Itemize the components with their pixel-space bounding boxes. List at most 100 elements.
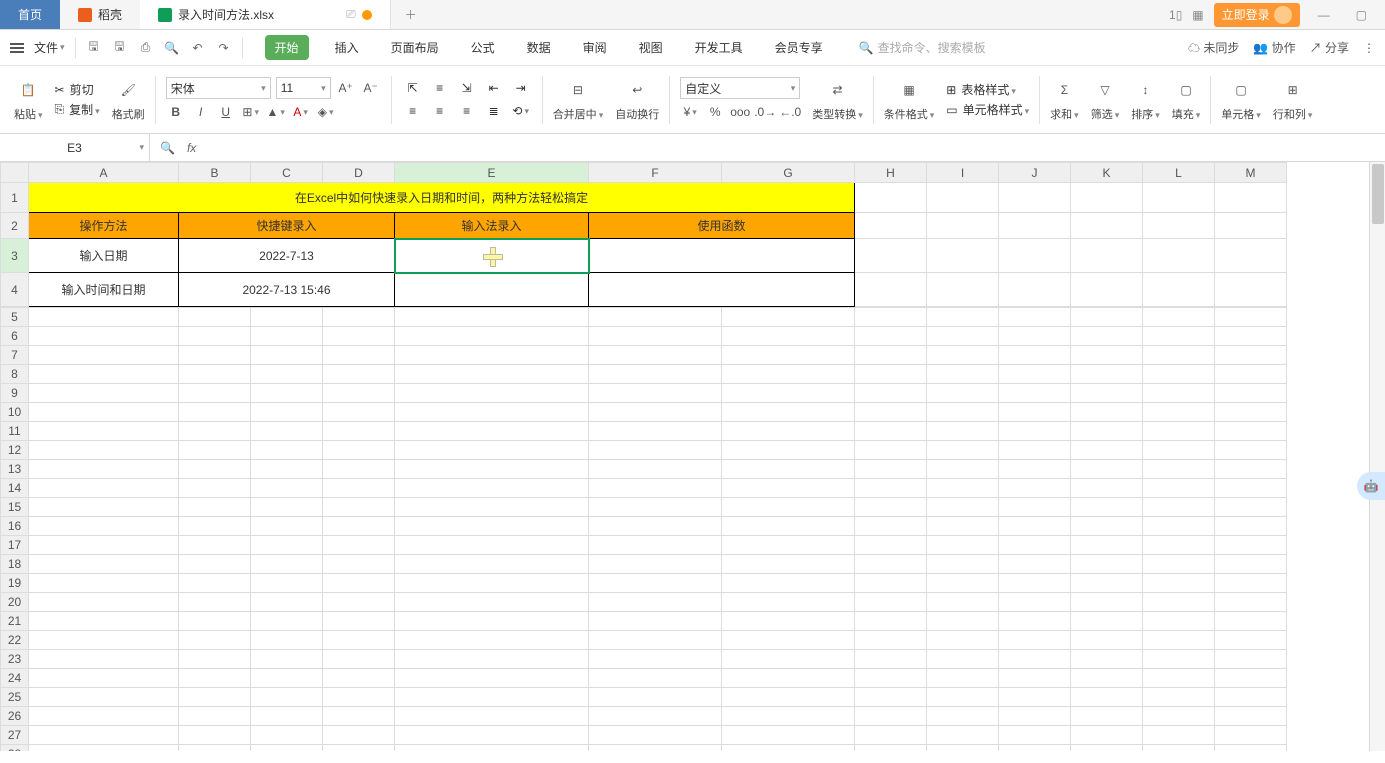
cell[interactable] [927, 441, 999, 460]
cell[interactable] [1215, 403, 1287, 422]
cell[interactable] [29, 669, 179, 688]
cell[interactable] [722, 498, 855, 517]
row-header-28[interactable]: 28 [1, 745, 29, 752]
cell[interactable] [1215, 688, 1287, 707]
cell[interactable] [251, 517, 323, 536]
cell[interactable] [1071, 327, 1143, 346]
cell[interactable] [1143, 707, 1215, 726]
cell[interactable] [323, 384, 395, 403]
cell[interactable] [29, 593, 179, 612]
cell[interactable] [179, 308, 251, 327]
cell[interactable] [927, 365, 999, 384]
cell[interactable] [1071, 574, 1143, 593]
col-E[interactable]: E [395, 163, 589, 183]
row-header-26[interactable]: 26 [1, 707, 29, 726]
cell[interactable] [179, 669, 251, 688]
cell[interactable] [1215, 498, 1287, 517]
cell[interactable] [1071, 726, 1143, 745]
cell[interactable] [323, 346, 395, 365]
cell[interactable] [395, 650, 589, 669]
cell[interactable] [179, 650, 251, 669]
cell[interactable] [323, 555, 395, 574]
tab-add[interactable]: ＋ [391, 0, 431, 29]
cell[interactable] [395, 593, 589, 612]
cell[interactable] [927, 650, 999, 669]
name-box[interactable]: E3 ▾ [0, 134, 150, 161]
cell[interactable] [589, 650, 722, 669]
row-header-2[interactable]: 2 [1, 213, 29, 239]
cell[interactable] [323, 707, 395, 726]
vertical-scrollbar[interactable] [1369, 162, 1385, 751]
cell[interactable] [722, 688, 855, 707]
empty-rows[interactable]: 5678910111213141516171819202122232425262… [0, 307, 1287, 751]
cell[interactable] [927, 327, 999, 346]
cell[interactable] [855, 612, 927, 631]
cell[interactable] [855, 365, 927, 384]
cell[interactable] [1215, 707, 1287, 726]
filter-group[interactable]: ▽筛选 [1085, 70, 1126, 129]
cell[interactable] [323, 403, 395, 422]
col-A[interactable]: A [29, 163, 179, 183]
cell[interactable] [179, 479, 251, 498]
cell[interactable] [323, 593, 395, 612]
cell[interactable] [251, 327, 323, 346]
cell[interactable] [1215, 460, 1287, 479]
cell[interactable] [395, 726, 589, 745]
cell[interactable] [927, 403, 999, 422]
cell[interactable] [323, 441, 395, 460]
header-ime[interactable]: 输入法录入 [395, 213, 589, 239]
cell[interactable] [999, 498, 1071, 517]
table-style-button[interactable]: ⊞表格样式 [946, 81, 1029, 98]
cell[interactable] [1071, 707, 1143, 726]
cell[interactable] [179, 498, 251, 517]
row-header-8[interactable]: 8 [1, 365, 29, 384]
cell[interactable] [589, 460, 722, 479]
cell[interactable] [179, 384, 251, 403]
copy-button[interactable]: ⎘复制 [55, 101, 100, 118]
cell[interactable] [1143, 308, 1215, 327]
cell[interactable] [251, 384, 323, 403]
cell[interactable] [1215, 593, 1287, 612]
cell[interactable] [589, 593, 722, 612]
row-header-6[interactable]: 6 [1, 327, 29, 346]
cell[interactable] [589, 403, 722, 422]
cell[interactable] [1143, 650, 1215, 669]
cell[interactable] [1215, 536, 1287, 555]
title-cell[interactable]: 在Excel中如何快速录入日期和时间，两种方法轻松搞定 [29, 183, 855, 213]
cell[interactable] [855, 650, 927, 669]
cell[interactable] [722, 555, 855, 574]
wrap-group[interactable]: ↩ 自动换行 [609, 70, 665, 129]
cell[interactable] [395, 707, 589, 726]
cell[interactable] [999, 612, 1071, 631]
cell[interactable] [29, 707, 179, 726]
comma-icon[interactable]: ooo [730, 102, 750, 122]
cell[interactable] [1143, 688, 1215, 707]
header-func[interactable]: 使用函数 [589, 213, 855, 239]
cell[interactable] [722, 365, 855, 384]
cell[interactable] [29, 308, 179, 327]
assistant-bubble[interactable]: 🤖 [1357, 472, 1385, 500]
undo-icon[interactable]: ↶ [190, 40, 206, 56]
cell[interactable] [927, 555, 999, 574]
cell[interactable] [1071, 422, 1143, 441]
col-C[interactable]: C [251, 163, 323, 183]
row-header-11[interactable]: 11 [1, 422, 29, 441]
cell[interactable] [29, 498, 179, 517]
cell[interactable] [855, 498, 927, 517]
cell[interactable] [1143, 441, 1215, 460]
cell[interactable] [395, 327, 589, 346]
cell[interactable] [999, 688, 1071, 707]
cell-B4[interactable]: 2022-7-13 15:46 [179, 273, 395, 307]
cell[interactable] [251, 745, 323, 752]
cell[interactable] [1071, 745, 1143, 752]
col-F[interactable]: F [589, 163, 722, 183]
cell[interactable] [1143, 726, 1215, 745]
cell[interactable] [251, 707, 323, 726]
cell[interactable] [1215, 479, 1287, 498]
cell[interactable] [1143, 745, 1215, 752]
cell[interactable] [323, 536, 395, 555]
cell[interactable] [589, 346, 722, 365]
cell[interactable] [179, 327, 251, 346]
cell[interactable] [589, 536, 722, 555]
cell[interactable] [855, 593, 927, 612]
